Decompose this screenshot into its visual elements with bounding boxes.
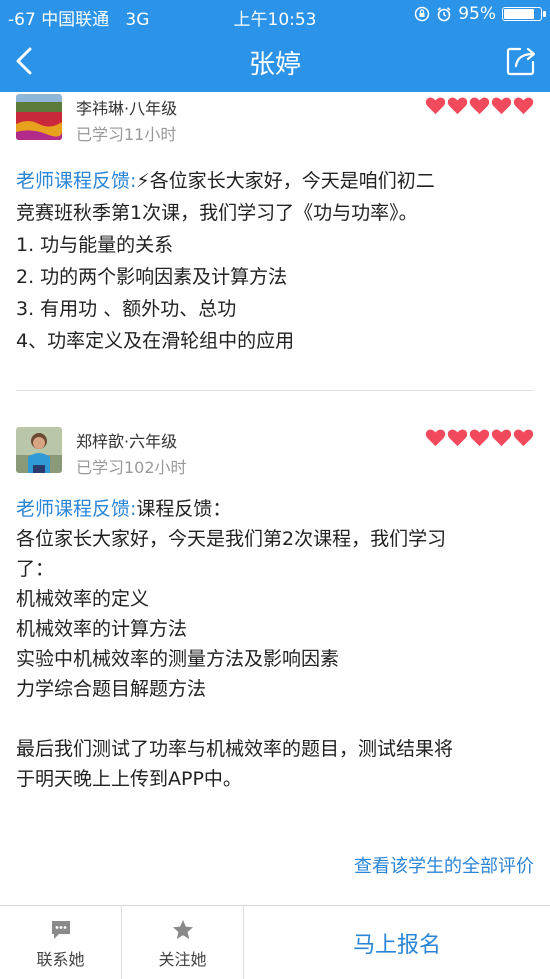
feedback-line — [16, 704, 536, 734]
feedback-line: 力学综合题目解题方法 — [16, 678, 207, 700]
heart-icon — [447, 97, 468, 115]
contact-button[interactable]: 联系她 — [0, 906, 121, 979]
heart-icon — [513, 97, 534, 115]
feedback-text: 老师课程反馈:课程反馈： 各位家长大家好，今天是我们第2次课程，我们学习 了： … — [16, 494, 536, 794]
feedback-line: 各位家长大家好，今天是我们第2次课程，我们学习 — [16, 528, 447, 550]
alarm-icon — [437, 7, 451, 22]
battery-percent: 95% — [458, 4, 496, 24]
avatar[interactable] — [16, 427, 62, 473]
feedback-line: 机械效率的计算方法 — [16, 618, 188, 640]
follow-label: 关注她 — [158, 950, 207, 969]
all-reviews-link[interactable]: 查看该学生的全部评价 — [354, 852, 534, 878]
page-title: 张婷 — [248, 50, 301, 80]
status-bar: -67 中国联通 3G 上午10:53 95% — [0, 0, 550, 30]
feedback-line: ⚡各位家长大家好，今天是咱们初二 — [136, 170, 435, 192]
rating-hearts — [425, 428, 534, 447]
feedback-line: 3. 有用功 、额外功、总功 — [16, 298, 237, 320]
avatar[interactable] — [16, 94, 62, 140]
status-right: 95% — [414, 4, 546, 24]
heart-icon — [469, 429, 490, 447]
feedback-line: 1. 功与能量的关系 — [16, 234, 174, 256]
share-icon[interactable] — [504, 44, 538, 78]
feedback-line: 机械效率的定义 — [16, 588, 150, 610]
battery-icon — [502, 7, 546, 21]
heart-icon — [491, 97, 512, 115]
follow-button[interactable]: 关注她 — [122, 906, 243, 979]
feedback-line: 竞赛班秋季第1次课，我们学习了《功与功率》。 — [16, 202, 418, 224]
feedback-line: 4、功率定义及在滑轮组中的应用 — [16, 330, 295, 352]
heart-icon — [447, 429, 468, 447]
chat-bubble-icon — [51, 921, 70, 939]
heart-icon — [513, 429, 534, 447]
heart-icon — [469, 97, 490, 115]
feedback-line: 课程反馈： — [136, 498, 232, 520]
heart-icon — [491, 429, 512, 447]
student-name: 李祎琳·八年级 — [76, 99, 178, 118]
orientation-lock-icon — [414, 6, 430, 22]
bottom-action-bar: 联系她 关注她 马上报名 — [0, 905, 550, 979]
avatar-image — [16, 94, 62, 140]
feedback-line: 了： — [16, 558, 55, 580]
feedback-line: 2. 功的两个影响因素及计算方法 — [16, 266, 288, 288]
feedback-line: 实验中机械效率的测量方法及影响因素 — [16, 648, 340, 670]
rating-hearts — [425, 96, 534, 115]
student-name: 郑梓歆·六年级 — [76, 432, 178, 451]
heart-icon — [425, 97, 446, 115]
feedback-label: 老师课程反馈: — [16, 498, 137, 520]
nav-bar: 张婷 — [0, 30, 550, 92]
feedback-text: 老师课程反馈:⚡各位家长大家好，今天是咱们初二 竞赛班秋季第1次课，我们学习了《… — [16, 165, 536, 357]
study-time: 已学习11小时 — [76, 125, 177, 144]
star-icon — [172, 920, 193, 939]
enroll-button[interactable]: 马上报名 — [244, 906, 550, 979]
contact-label: 联系她 — [36, 950, 85, 969]
feedback-line: 于明天晚上上传到APP中。 — [16, 768, 242, 790]
divider — [16, 390, 534, 391]
feedback-label: 老师课程反馈: — [16, 170, 137, 192]
study-time: 已学习102小时 — [76, 458, 187, 477]
heart-icon — [425, 429, 446, 447]
feedback-line: 最后我们测试了功率与机械效率的题目，测试结果将 — [16, 738, 454, 760]
avatar-image — [16, 427, 62, 473]
